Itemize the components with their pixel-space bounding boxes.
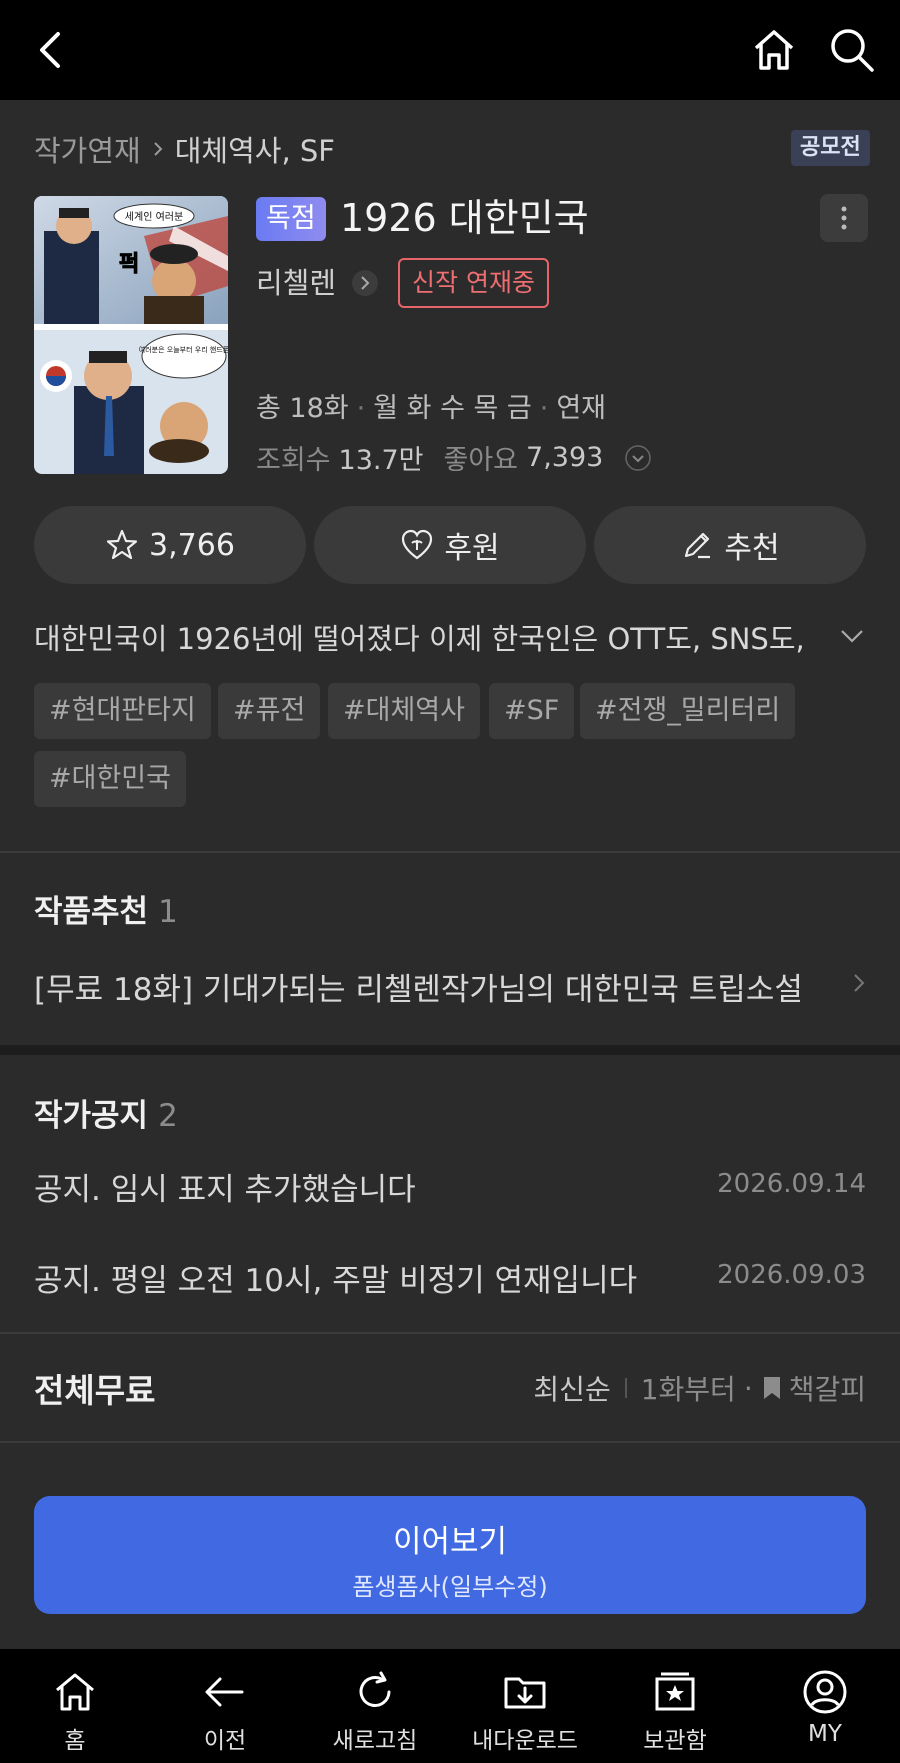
nav-my-label: MY [808, 1721, 842, 1747]
section-divider [0, 1332, 900, 1334]
views-value: 13.7만 [338, 445, 424, 476]
support-button[interactable]: 후원 [314, 506, 586, 584]
contest-badge: 공모전 [791, 130, 870, 166]
work-title: 1926 대한민국 [340, 196, 589, 240]
sort-options: 최신순 1화부터 · 책갈피 [533, 1368, 866, 1408]
cover-image[interactable]: 세계인 여러분 퍽 여러분은 오늘부터 우리 핸드폰 [34, 196, 228, 474]
star-icon [106, 529, 138, 560]
genre-tag[interactable]: #현대판타지 [34, 683, 211, 739]
more-options-button[interactable] [820, 194, 868, 242]
recommend-count: 1 [158, 894, 178, 930]
exclusive-badge: 독점 [256, 197, 326, 241]
nav-library[interactable]: 보관함 [600, 1649, 750, 1763]
bookmark-link[interactable]: 책갈피 [789, 1368, 866, 1408]
back-arrow-icon[interactable] [28, 26, 76, 74]
heart-gift-icon [402, 529, 433, 560]
breadcrumb-current[interactable]: 대체역사, SF [175, 128, 335, 170]
expand-stats-icon[interactable] [623, 443, 653, 473]
stats: 조회수 13.7만 좋아요 7,393 [256, 438, 653, 477]
recommend-section-title: 작품추천 1 [34, 886, 178, 931]
nav-home[interactable]: 홈 [0, 1649, 150, 1763]
section-divider [0, 1441, 900, 1443]
genre-tag[interactable]: #전쟁_밀리터리 [580, 683, 796, 739]
notice-date: 2026.09.03 [717, 1260, 866, 1290]
author-name[interactable]: 리첼렌 [256, 263, 336, 303]
bottom-navigation: 홈 이전 새로고침 내다운로드 보관함 MY [0, 1649, 900, 1763]
genre-tag[interactable]: #SF [489, 683, 575, 739]
recommend-label: 추천 [724, 531, 780, 566]
bookmark-icon [763, 1377, 780, 1399]
author-chevron-icon[interactable] [350, 268, 380, 298]
notice-count: 2 [158, 1098, 178, 1134]
cover-sfx: 퍽 [119, 252, 139, 277]
notice-date: 2026.09.14 [717, 1169, 866, 1199]
expand-synopsis-icon[interactable] [836, 620, 868, 652]
search-icon[interactable] [826, 24, 878, 76]
episode-list-title: 전체무료 [34, 1371, 156, 1410]
notice-item[interactable]: 공지. 임시 표지 추가했습니다 [34, 1164, 416, 1209]
recommend-title: 작품추천 [34, 894, 149, 930]
notice-title: 작가공지 [34, 1098, 149, 1134]
cover-illustration: 세계인 여러분 퍽 여러분은 오늘부터 우리 핸드폰 [34, 196, 228, 474]
views-label: 조회수 [256, 445, 331, 476]
support-label: 후원 [444, 531, 500, 566]
sort-latest[interactable]: 최신순 [533, 1368, 610, 1408]
profile-icon [803, 1670, 847, 1714]
top-bar [0, 0, 900, 100]
nav-back-label: 이전 [203, 1728, 247, 1754]
serial-status: 연재 [556, 393, 607, 424]
nav-home-label: 홈 [64, 1728, 86, 1754]
continue-episode-title: 폼생폼사(일부수정) [352, 1573, 548, 1601]
nav-my[interactable]: MY [750, 1649, 900, 1763]
section-divider [0, 851, 900, 853]
nav-library-label: 보관함 [643, 1728, 707, 1754]
notice-section-title: 작가공지 2 [34, 1090, 178, 1135]
cover-bubble-top: 세계인 여러분 [125, 211, 183, 223]
favorite-count: 3,766 [149, 527, 235, 563]
sort-divider [624, 1378, 627, 1398]
chevron-right-icon [154, 142, 163, 156]
nav-downloads-label: 내다운로드 [472, 1728, 578, 1754]
home-icon [56, 1673, 94, 1711]
nav-back[interactable]: 이전 [150, 1649, 300, 1763]
schedule-days: 월 화 수 목 금 [373, 393, 532, 424]
home-icon[interactable] [748, 24, 800, 76]
refresh-icon [359, 1671, 391, 1707]
sort-first[interactable]: 1화부터 [641, 1368, 736, 1408]
download-folder-icon [504, 1677, 546, 1709]
notice-item[interactable]: 공지. 평일 오전 10시, 주말 비정기 연재입니다 [34, 1255, 637, 1300]
recommend-button[interactable]: 추천 [594, 506, 866, 584]
synopsis: 대한민국이 1926년에 떨어졌다 이제 한국인은 OTT도, SNS도, … [34, 622, 814, 656]
genre-tag[interactable]: #대체역사 [328, 683, 480, 739]
continue-label: 이어보기 [392, 1524, 508, 1560]
arrow-left-icon [205, 1677, 244, 1707]
genre-tag[interactable]: #퓨전 [218, 683, 321, 739]
genre-tag[interactable]: #대한민국 [34, 751, 186, 807]
breadcrumb-parent[interactable]: 작가연재 [34, 128, 141, 170]
bookshelf-icon [655, 1672, 695, 1711]
likes-label: 좋아요 [443, 445, 519, 476]
continue-reading-button[interactable]: 이어보기 폼생폼사(일부수정) [34, 1496, 866, 1614]
new-serial-tag: 신작 연재중 [398, 258, 549, 308]
likes-value: 7,393 [526, 442, 604, 473]
nav-downloads[interactable]: 내다운로드 [450, 1649, 600, 1763]
nav-refresh[interactable]: 새로고침 [300, 1649, 450, 1763]
nav-refresh-label: 새로고침 [332, 1728, 418, 1754]
recommend-item[interactable]: [무료 18화] 기대가되는 리첼렌작가님의 대한민국 트립소설 [34, 964, 803, 1009]
favorite-button[interactable]: 3,766 [34, 506, 306, 584]
serial-info: 총 18화 · 월 화 수 목 금 · 연재 [256, 393, 607, 424]
chevron-right-icon[interactable] [846, 970, 872, 996]
breadcrumb: 작가연재 대체역사, SF [34, 128, 335, 170]
kebab-menu-icon [841, 206, 847, 230]
section-band [0, 1045, 900, 1055]
pencil-icon [685, 532, 711, 559]
episode-count: 총 18화 [256, 393, 349, 424]
cover-bubble-bottom: 여러분은 오늘부터 우리 핸드폰 [139, 345, 228, 354]
